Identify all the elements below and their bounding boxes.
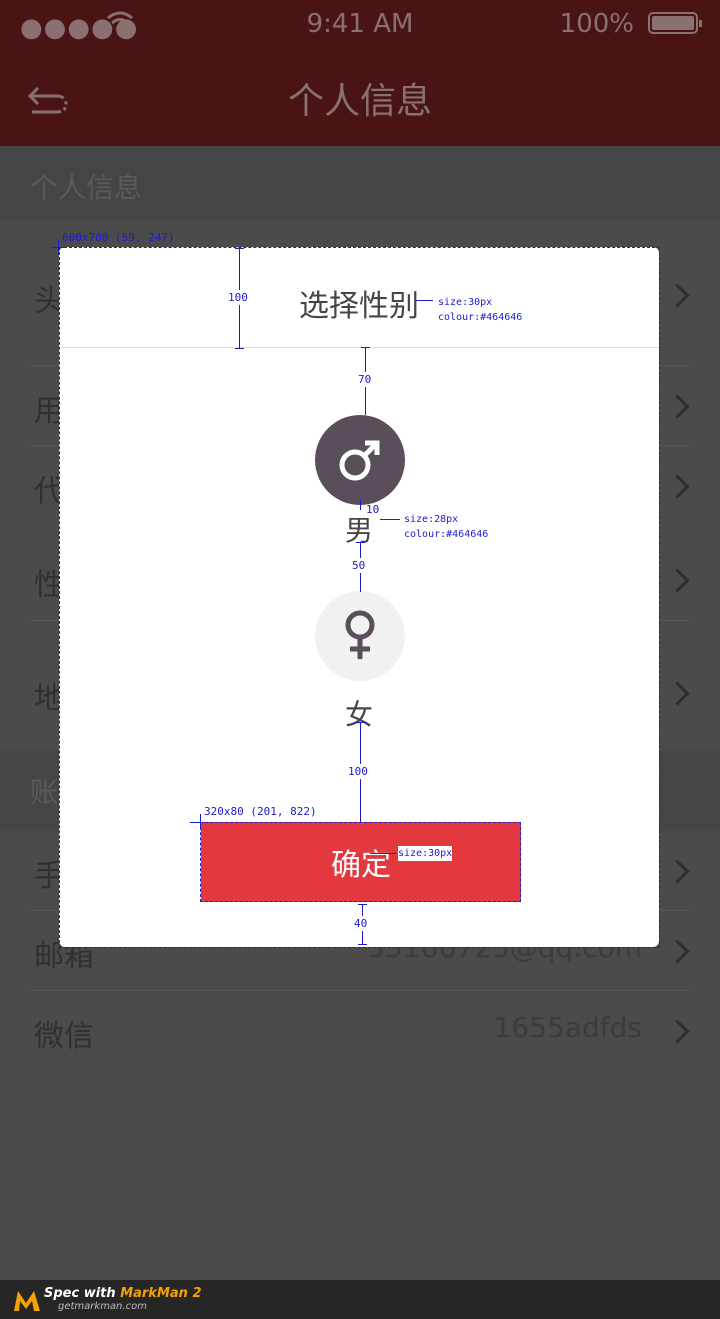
chevron-right-icon (665, 681, 690, 706)
nav-bar: 个人信息 (0, 48, 720, 146)
spec-label: 10 (366, 503, 380, 516)
spec-label: size:30px colour:#464646 (438, 297, 523, 323)
spec-label: 100 (228, 290, 248, 305)
spec-label: 40 (354, 916, 368, 931)
spec-label: 600x700 (59, 247) (62, 231, 175, 244)
spec-label: 70 (358, 372, 372, 387)
list-item[interactable]: 微信 1655adfds (0, 991, 720, 1071)
chevron-right-icon (665, 939, 690, 964)
chevron-right-icon (665, 568, 690, 593)
chevron-right-icon (665, 859, 690, 884)
spec-label: size:30px (398, 846, 453, 861)
row-label: 微信 (34, 1019, 94, 1054)
chevron-right-icon (665, 394, 690, 419)
chevron-right-icon (665, 283, 690, 308)
spec-label: size:28px colour:#464646 (404, 514, 489, 540)
markman-logo-icon (12, 1287, 42, 1317)
status-bar: ●●●●● 9:41 AM 100% (0, 0, 720, 48)
markman-footer: Spec with MarkMan 2 getmarkman.com (0, 1280, 720, 1319)
row-value: 1655adfds (493, 1011, 642, 1044)
battery-icon (648, 12, 702, 34)
spec-label: 100 (348, 764, 368, 779)
spec-label: 50 (352, 558, 366, 573)
footer-brand: Spec with MarkMan 2 (44, 1286, 202, 1301)
chevron-right-icon (665, 1019, 690, 1044)
spec-outline (200, 822, 521, 902)
chevron-right-icon (665, 474, 690, 499)
footer-url: getmarkman.com (58, 1301, 147, 1312)
battery-percent: 100% (559, 9, 634, 39)
spec-label: 320x80 (201, 822) (204, 805, 317, 818)
page-title: 个人信息 (287, 81, 432, 122)
section-header: 个人信息 (0, 146, 720, 221)
